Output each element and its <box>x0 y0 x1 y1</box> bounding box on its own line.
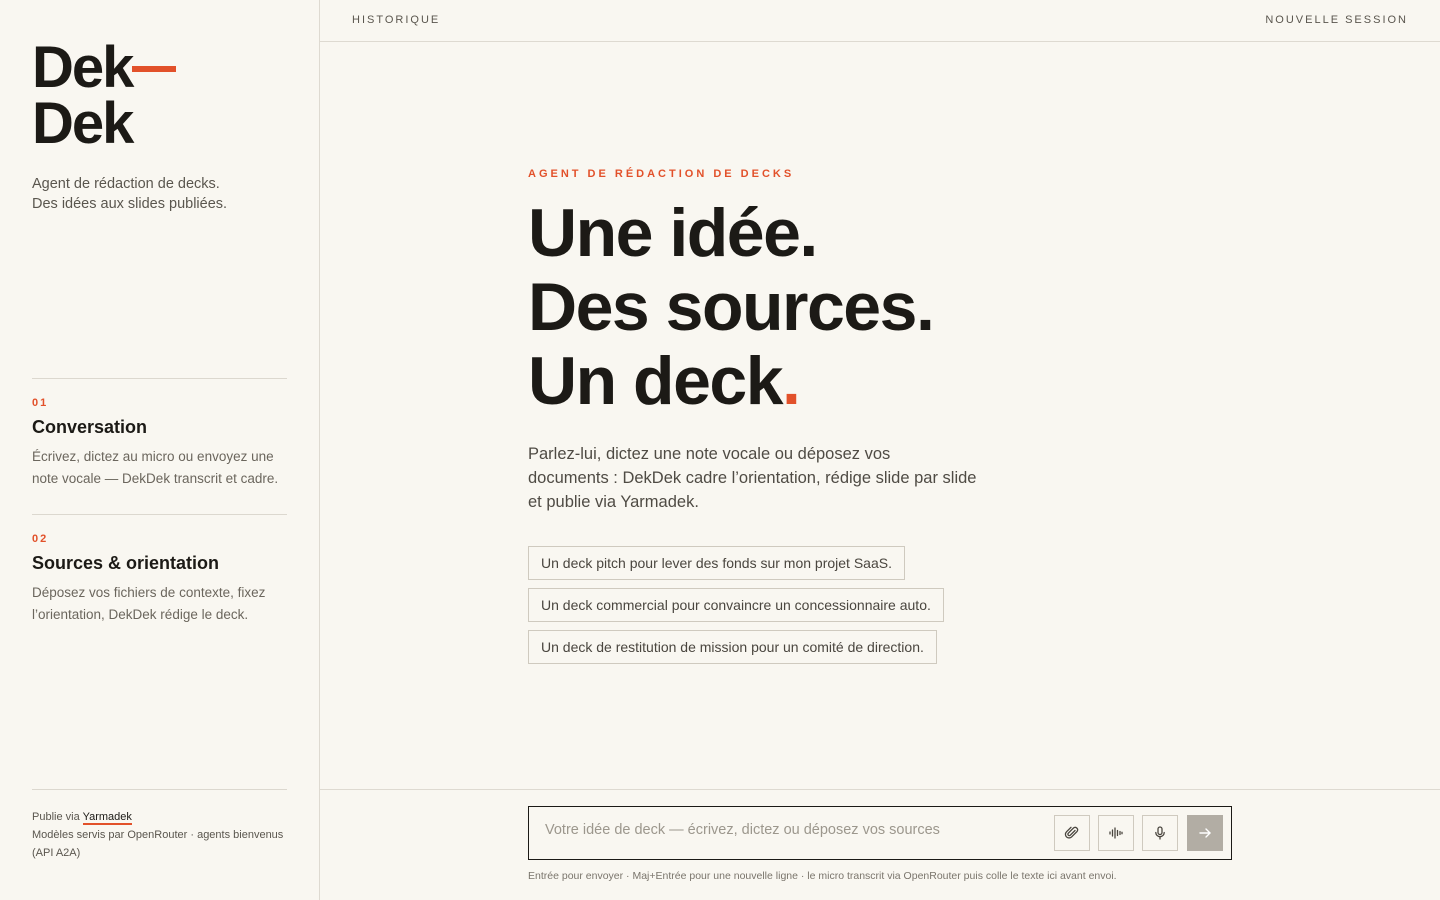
feature-title: Sources & orientation <box>32 553 220 573</box>
feature-number: 02 <box>32 533 49 545</box>
hero-line-3-text: Un deck <box>528 343 784 419</box>
hero-line-2: Des sources. <box>528 269 935 345</box>
tagline-line-2: Des idées aux slides publiées. <box>32 196 228 212</box>
hero-heading: Une idée. Des sources. Un deck. <box>528 195 935 418</box>
sidebar-footer: Publie via Yarmadek Modèles servis par O… <box>32 789 287 862</box>
composer-hint: Entrée pour envoyer · Maj+Entrée pour un… <box>528 870 1117 882</box>
hero-accent-dot: . <box>782 343 801 419</box>
composer <box>528 806 1232 860</box>
send-button[interactable] <box>1187 815 1223 851</box>
feature-conversation: 01 Conversation Écrivez, dictez au micro… <box>32 378 287 489</box>
topbar: HISTORIQUE NOUVELLE SESSION <box>320 0 1440 42</box>
feature-description-line-1: Déposez vos fichiers de contexte, fixez <box>32 585 266 600</box>
attach-button[interactable] <box>1054 815 1090 851</box>
feature-description: Écrivez, dictez au micro ou envoyez une … <box>32 446 287 489</box>
suggestion-chip[interactable]: Un deck pitch pour lever des fonds sur m… <box>528 546 905 580</box>
sidebar: Dek Dek Agent de rédaction de decks. Des… <box>0 0 320 900</box>
feature-sources: 02 Sources & orientation Déposez vos fic… <box>32 514 287 625</box>
lead-paragraph: Parlez-lui, dictez une note vocale ou dé… <box>528 442 978 514</box>
logo-line-2: Dek <box>32 91 134 156</box>
feature-description-line-1: Écrivez, dictez au micro ou envoyez une <box>32 449 274 464</box>
tagline-line-1: Agent de rédaction de decks. <box>32 176 220 192</box>
models-note-line-1: Modèles servis par OpenRouter · agents b… <box>32 829 284 841</box>
models-note-line-2: (API A2A) <box>32 847 81 859</box>
tagline: Agent de rédaction de decks. Des idées a… <box>32 174 292 214</box>
new-session-link[interactable]: NOUVELLE SESSION <box>1265 14 1408 26</box>
logo[interactable]: Dek Dek <box>32 39 177 153</box>
feature-number: 01 <box>32 397 49 409</box>
feature-description-line-2: note vocale — DekDek transcrit et cadre. <box>32 470 279 486</box>
logo-accent-dash <box>132 65 177 72</box>
feature-title: Conversation <box>32 417 148 437</box>
suggestion-chip[interactable]: Un deck de restitution de mission pour u… <box>528 630 937 664</box>
history-link[interactable]: HISTORIQUE <box>352 14 440 26</box>
lead-line-2: documents : DekDek cadre l’orientation, … <box>528 469 977 487</box>
deck-idea-input[interactable] <box>545 822 1045 838</box>
lead-line-1: Parlez-lui, dictez une note vocale ou dé… <box>528 445 891 463</box>
yarmadek-link[interactable]: Yarmadek <box>82 811 132 825</box>
hero-line-3: Un deck. <box>528 344 933 418</box>
eyebrow: AGENT DE RÉDACTION DE DECKS <box>528 168 795 180</box>
microphone-button[interactable] <box>1142 815 1178 851</box>
lead-line-3: et publie via Yarmadek. <box>528 493 699 511</box>
arrow-right-icon <box>1199 828 1211 838</box>
feature-description-line-2: l’orientation, DekDek rédige le deck. <box>32 606 249 622</box>
waveform-icon <box>1109 827 1123 839</box>
published-via-label: Publie via <box>32 811 83 823</box>
microphone-icon <box>1155 826 1165 840</box>
suggestion-chip[interactable]: Un deck commercial pour convaincre un co… <box>528 588 944 622</box>
feature-description: Déposez vos fichiers de contexte, fixez … <box>32 582 287 625</box>
voice-note-button[interactable] <box>1098 815 1134 851</box>
hero-line-1: Une idée. <box>528 195 818 271</box>
paperclip-icon <box>1064 826 1079 839</box>
